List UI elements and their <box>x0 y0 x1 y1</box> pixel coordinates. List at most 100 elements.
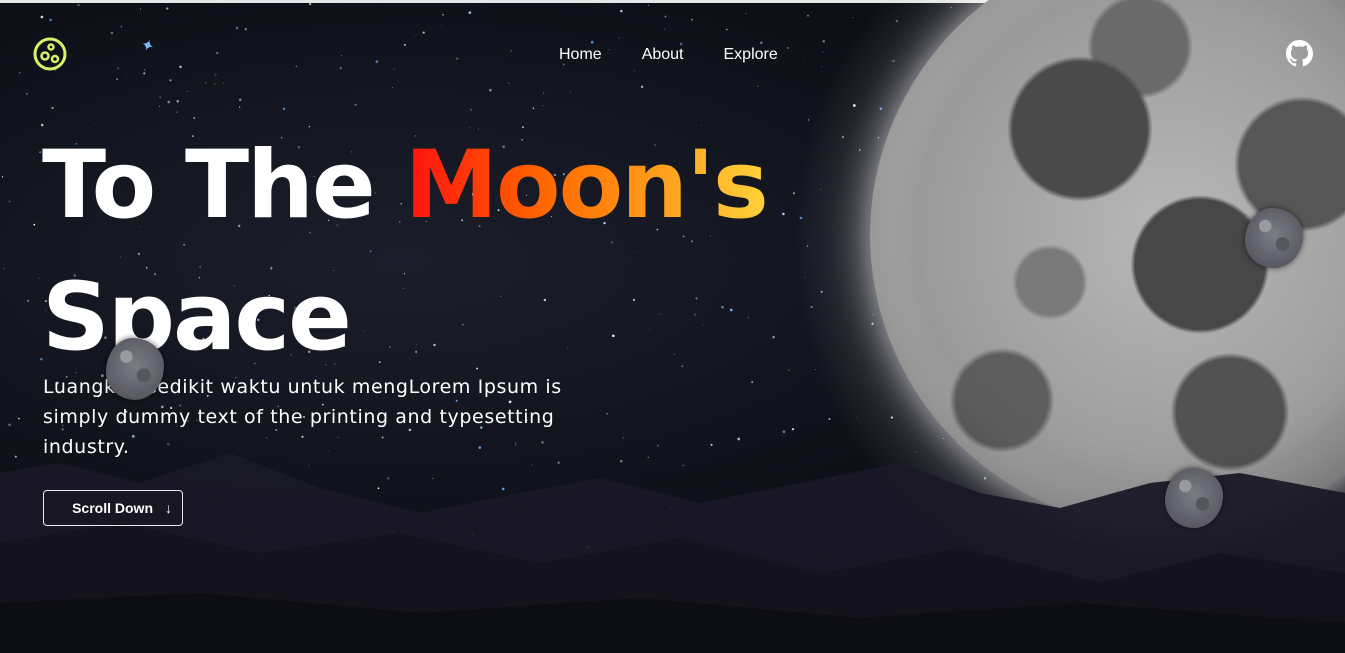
star <box>179 65 182 69</box>
star <box>677 535 679 537</box>
star <box>167 100 171 104</box>
star <box>25 556 27 558</box>
star <box>604 553 606 555</box>
star <box>594 7 596 9</box>
star <box>309 3 312 6</box>
hero-section: ✦ Home About Explore To The Moon's Space… <box>0 0 1345 653</box>
star <box>470 109 472 111</box>
star <box>532 107 535 110</box>
star <box>804 58 805 60</box>
star <box>40 15 44 19</box>
star <box>737 437 741 441</box>
star <box>38 277 40 280</box>
planet-logo-icon[interactable] <box>32 36 68 72</box>
star <box>18 417 20 420</box>
github-icon[interactable] <box>1286 40 1313 67</box>
star <box>429 512 431 514</box>
star <box>186 91 188 92</box>
star <box>782 430 786 434</box>
star <box>757 85 759 87</box>
star <box>501 487 505 491</box>
star <box>214 73 217 77</box>
arrow-down-icon: ↓ <box>165 500 172 516</box>
star <box>760 41 763 44</box>
star <box>596 534 599 536</box>
star <box>8 200 11 203</box>
star <box>786 46 789 49</box>
star <box>657 444 659 447</box>
star <box>249 528 252 531</box>
star <box>616 518 617 520</box>
star <box>141 542 144 545</box>
star <box>508 82 510 85</box>
star <box>713 523 715 525</box>
star <box>198 509 200 511</box>
star <box>235 26 239 30</box>
star <box>116 78 118 80</box>
star <box>26 93 28 95</box>
star <box>87 553 89 554</box>
scroll-down-button[interactable]: Scroll Down ↓ <box>43 490 183 526</box>
star <box>634 70 635 72</box>
star <box>214 83 216 85</box>
star <box>193 117 196 119</box>
star <box>518 506 521 509</box>
star <box>892 514 894 516</box>
star <box>1 176 4 178</box>
star <box>618 484 620 486</box>
star <box>822 51 824 53</box>
star <box>244 476 247 479</box>
star <box>375 60 379 63</box>
star <box>384 508 387 511</box>
star <box>456 57 459 60</box>
star <box>471 533 475 536</box>
star <box>691 18 693 21</box>
main-nav: Home About Explore <box>559 46 778 64</box>
star <box>817 557 820 560</box>
star <box>468 11 472 14</box>
star <box>49 18 52 22</box>
star <box>640 85 644 88</box>
star <box>111 37 112 39</box>
star <box>110 31 114 35</box>
star <box>606 413 608 415</box>
star <box>125 529 127 532</box>
star <box>622 436 624 439</box>
star <box>252 493 255 496</box>
star <box>400 530 403 533</box>
star <box>295 65 297 67</box>
star <box>245 469 248 471</box>
star <box>116 67 120 70</box>
star <box>542 105 544 107</box>
star <box>140 8 141 10</box>
star <box>807 14 809 17</box>
star <box>14 455 17 458</box>
star <box>39 151 41 153</box>
star <box>244 27 248 31</box>
star <box>126 74 127 76</box>
star <box>19 72 21 74</box>
star <box>682 464 684 466</box>
star <box>308 464 310 466</box>
nav-home[interactable]: Home <box>559 46 602 64</box>
star <box>710 443 713 446</box>
star <box>822 40 825 43</box>
star <box>663 28 666 30</box>
star <box>590 40 594 44</box>
star <box>725 28 728 31</box>
star <box>684 552 686 554</box>
star <box>821 66 823 68</box>
nav-explore[interactable]: Explore <box>724 46 778 64</box>
star <box>158 105 161 108</box>
star <box>169 79 172 82</box>
star <box>620 9 623 13</box>
star <box>618 37 620 39</box>
star <box>569 92 571 94</box>
star <box>909 519 911 521</box>
star <box>414 36 415 38</box>
star <box>216 502 218 505</box>
star <box>647 456 649 458</box>
star <box>432 477 434 479</box>
star <box>865 525 866 527</box>
nav-about[interactable]: About <box>642 46 684 64</box>
